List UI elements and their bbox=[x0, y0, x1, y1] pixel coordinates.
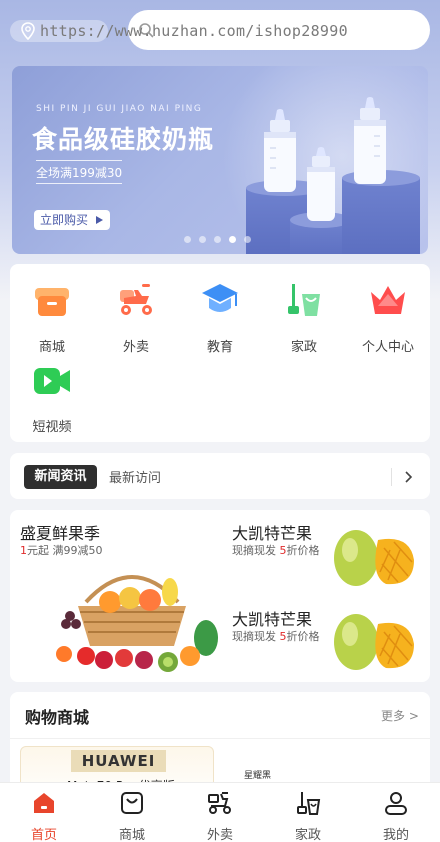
promo-mango-top[interactable]: 大凯特芒果 现摘现发 5折价格 bbox=[222, 510, 430, 596]
product-brand: HUAWEI bbox=[71, 750, 166, 772]
promo-fruit-season[interactable]: 盛夏鲜果季 1元起 满99减50 bbox=[10, 510, 220, 682]
header: https://www.huzhan.com/ishop28990 bbox=[0, 0, 440, 60]
category-profile[interactable]: 个人中心 bbox=[346, 280, 430, 355]
promo-mango-bottom[interactable]: 大凯特芒果 现摘现发 5折价格 bbox=[222, 596, 430, 682]
product-name: 星耀黑 bbox=[244, 771, 272, 781]
promo-subtitle: 1元起 满99减50 bbox=[20, 544, 103, 557]
tab-home[interactable]: 首页 bbox=[0, 783, 88, 842]
tab-housekeeping[interactable]: 家政 bbox=[264, 783, 352, 842]
category-education[interactable]: 教育 bbox=[178, 280, 262, 355]
mango-image bbox=[334, 614, 414, 670]
banner-divider bbox=[36, 160, 122, 161]
location-pin-icon[interactable] bbox=[20, 22, 36, 40]
graduation-cap-icon bbox=[202, 284, 238, 312]
category-label: 短视频 bbox=[32, 420, 72, 435]
promo-title: 大凯特芒果 bbox=[232, 524, 313, 543]
tab-profile[interactable]: 我的 bbox=[352, 783, 440, 842]
pedestal-right bbox=[342, 170, 420, 254]
bottom-tab-bar: 首页 商城 外卖 家政 我的 bbox=[0, 782, 440, 842]
delivery-scooter-icon bbox=[208, 792, 231, 814]
tab-label: 外卖 bbox=[206, 828, 233, 842]
promo-title: 盛夏鲜果季 bbox=[20, 524, 101, 543]
section-divider bbox=[10, 738, 430, 739]
more-link[interactable]: 更多 > bbox=[381, 707, 419, 724]
category-label: 教育 bbox=[206, 340, 233, 355]
tab-shop[interactable]: 商城 bbox=[88, 783, 176, 842]
scooter-icon bbox=[120, 284, 152, 315]
promo-title: 大凯特芒果 bbox=[232, 610, 313, 629]
tab-label: 家政 bbox=[294, 828, 321, 842]
section-title: 购物商城 bbox=[25, 708, 90, 727]
crown-icon bbox=[371, 286, 405, 314]
banner-promo-text: 全场满199减30 bbox=[36, 166, 123, 180]
tab-label: 首页 bbox=[30, 828, 57, 842]
banner-subtitle: SHI PIN JI GUI JIAO NAI PING bbox=[36, 104, 203, 114]
baby-bottle-image bbox=[354, 97, 386, 184]
news-headline[interactable]: 最新访问 bbox=[109, 467, 161, 486]
news-divider bbox=[391, 468, 392, 486]
carousel-dot[interactable] bbox=[244, 236, 251, 243]
mop-bucket-icon bbox=[297, 792, 321, 815]
mango-image bbox=[334, 530, 414, 586]
housekeeping-icon bbox=[288, 284, 320, 316]
promo-banner[interactable]: SHI PIN JI GUI JIAO NAI PING 食品级硅胶奶瓶 全场满… bbox=[12, 66, 428, 254]
fruit-basket-image bbox=[56, 575, 218, 672]
category-housekeeping[interactable]: 家政 bbox=[262, 280, 346, 355]
category-takeout[interactable]: 外卖 bbox=[94, 280, 178, 355]
category-label: 家政 bbox=[290, 340, 317, 355]
buy-now-button[interactable]: 立即购买 bbox=[34, 210, 111, 230]
category-label: 个人中心 bbox=[361, 340, 414, 355]
user-icon bbox=[385, 792, 407, 815]
promo-subtitle: 现摘现发 5折价格 bbox=[232, 630, 320, 643]
banner-divider-bottom bbox=[36, 183, 122, 184]
carousel-dot[interactable] bbox=[184, 236, 191, 243]
play-arrow-icon bbox=[96, 216, 104, 224]
shopping-bag-icon bbox=[121, 792, 143, 814]
watermark-text: https://www.huzhan.com/ishop28990 bbox=[40, 22, 348, 40]
category-short-video[interactable]: 短视频 bbox=[10, 360, 94, 435]
carousel-indicator[interactable] bbox=[184, 236, 251, 243]
news-tag: 新闻资讯 bbox=[24, 465, 97, 489]
promo-subtitle: 现摘现发 5折价格 bbox=[232, 544, 320, 557]
tab-takeout[interactable]: 外卖 bbox=[176, 783, 264, 842]
video-camera-icon bbox=[34, 368, 70, 394]
baby-bottle-image bbox=[264, 109, 296, 192]
shop-bag-icon bbox=[35, 288, 69, 316]
buy-now-label: 立即购买 bbox=[40, 213, 89, 227]
category-shop[interactable]: 商城 bbox=[10, 280, 94, 355]
home-icon bbox=[34, 793, 54, 813]
carousel-dot[interactable] bbox=[199, 236, 206, 243]
carousel-dot-active[interactable] bbox=[229, 236, 236, 243]
baby-bottle-image bbox=[307, 147, 335, 221]
category-label: 外卖 bbox=[122, 340, 149, 355]
banner-title: 食品级硅胶奶瓶 bbox=[32, 125, 215, 154]
category-label: 商城 bbox=[38, 340, 65, 355]
carousel-dot[interactable] bbox=[214, 236, 221, 243]
tab-label: 我的 bbox=[382, 828, 409, 842]
tab-label: 商城 bbox=[118, 828, 145, 842]
category-grid: 商城 外卖 教育 家政 个人中心 短视频 bbox=[10, 264, 430, 442]
chevron-right-icon[interactable] bbox=[403, 470, 413, 484]
